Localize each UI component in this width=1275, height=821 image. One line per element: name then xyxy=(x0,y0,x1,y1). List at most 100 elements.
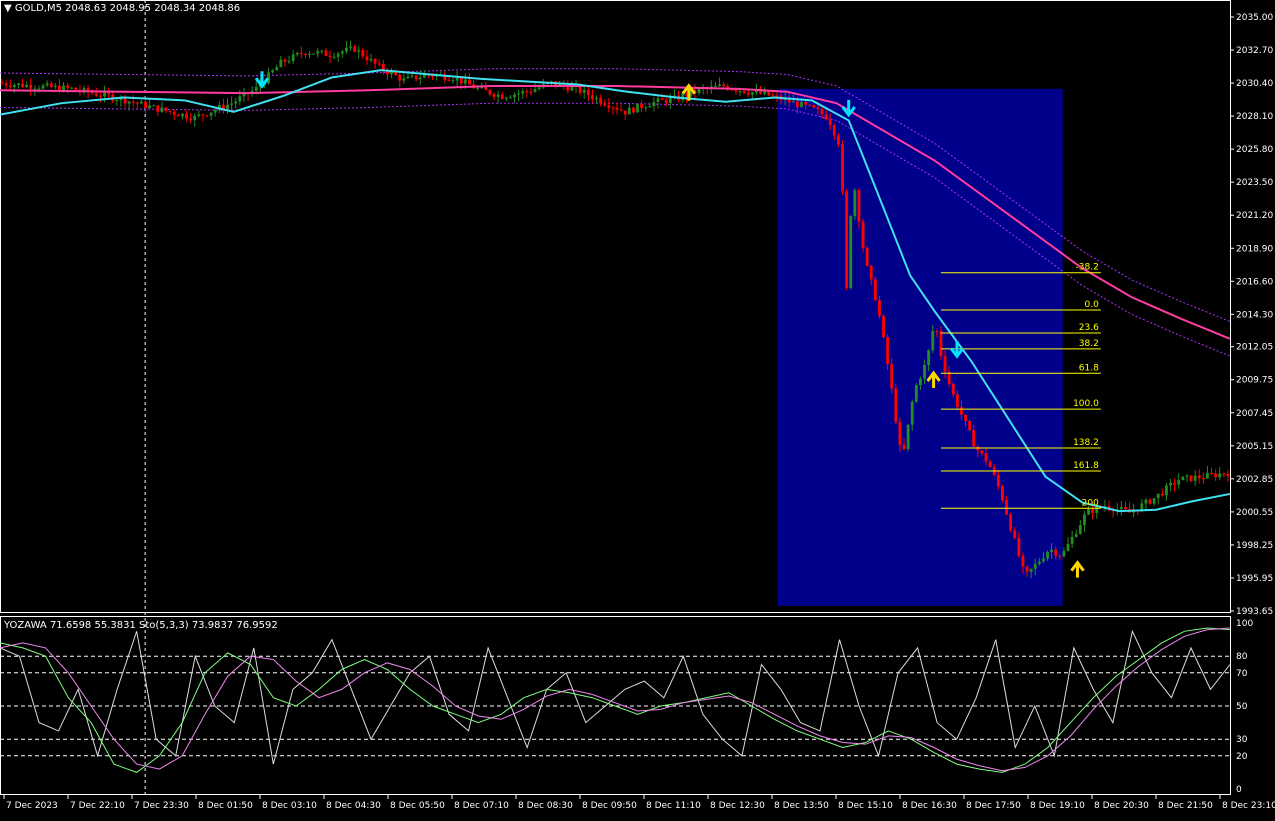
candle-body xyxy=(767,91,771,96)
time-tick-label: 8 Dec 04:30 xyxy=(326,801,381,811)
candle-body xyxy=(336,53,340,57)
time-tick-label: 8 Dec 19:10 xyxy=(1030,801,1085,811)
candle-body xyxy=(312,53,316,55)
candle-body xyxy=(361,50,365,57)
candle-body xyxy=(328,55,332,58)
candle-body xyxy=(738,90,742,92)
candle-body xyxy=(529,91,533,93)
candle-body xyxy=(1046,551,1049,559)
candle-body xyxy=(660,98,664,100)
osc-tick-label: 20 xyxy=(1236,752,1248,762)
candle-body xyxy=(463,79,467,84)
candle-body xyxy=(837,135,840,145)
time-tick-label: 8 Dec 07:10 xyxy=(454,801,509,811)
fib-label: 161.8 xyxy=(1073,461,1099,471)
chart-root: -38.2 0.0 23.6 38.2 61.8 100.0 138.2 161.8 200 2… xyxy=(0,0,1275,817)
candle-body xyxy=(1001,485,1004,501)
osc-tick-label: 30 xyxy=(1236,735,1248,745)
candle-body xyxy=(533,89,537,93)
candle-body xyxy=(340,51,344,54)
candle-body xyxy=(640,103,644,109)
candle-body xyxy=(369,58,373,61)
fib-label: 23.6 xyxy=(1079,323,1099,333)
candle-body xyxy=(29,84,33,89)
price-tick-label: 2030.40 xyxy=(1236,79,1273,89)
osc-tick-label: 80 xyxy=(1236,652,1248,662)
candle-body xyxy=(1037,561,1041,564)
candle-body xyxy=(984,453,988,462)
time-tick-label: 8 Dec 05:50 xyxy=(390,801,445,811)
price-tick-label: 2018.90 xyxy=(1236,244,1273,254)
candle-body xyxy=(902,444,906,450)
candle-body xyxy=(845,191,849,289)
candle-body xyxy=(718,84,721,87)
candle-body xyxy=(156,105,160,112)
candle-body xyxy=(1042,558,1045,562)
candle-body xyxy=(873,279,877,301)
candle-body xyxy=(636,103,639,113)
time-tick-label: 8 Dec 12:30 xyxy=(710,801,765,811)
candle-body xyxy=(308,53,311,55)
candle-body xyxy=(652,102,656,107)
candle-body xyxy=(1169,482,1172,486)
candle-body xyxy=(1091,509,1095,514)
candle-body xyxy=(796,101,799,108)
candle-body xyxy=(648,106,652,108)
time-tick-label: 8 Dec 11:10 xyxy=(646,801,701,811)
candle-body xyxy=(923,365,926,379)
candle-body xyxy=(410,75,414,77)
candle-body xyxy=(914,385,918,402)
time-tick-label: 8 Dec 20:30 xyxy=(1094,801,1149,811)
fib-label: 100.0 xyxy=(1073,399,1099,409)
candle-body xyxy=(894,388,898,423)
candle-body xyxy=(332,56,336,58)
price-tick-label: 2000.55 xyxy=(1236,508,1273,518)
candle-body xyxy=(841,144,844,192)
candle-body xyxy=(90,92,94,94)
time-tick-label: 8 Dec 09:50 xyxy=(582,801,637,811)
candle-body xyxy=(980,450,984,454)
candle-body xyxy=(1177,480,1181,485)
candle-body xyxy=(935,330,939,332)
candle-body xyxy=(632,107,635,113)
symbol-label: GOLD,M5 xyxy=(14,3,62,14)
candle-body xyxy=(1206,472,1209,479)
price-tick-label: 1995.95 xyxy=(1236,574,1273,584)
fib-label: 200 xyxy=(1082,498,1099,508)
candle-body xyxy=(1181,476,1185,481)
candle-body xyxy=(1074,533,1078,537)
candle-body xyxy=(1156,493,1160,499)
candle-body xyxy=(1119,507,1123,510)
collapse-triangle-icon[interactable]: ▼ xyxy=(4,3,12,14)
candle-body xyxy=(226,104,229,110)
time-tick-label: 8 Dec 13:50 xyxy=(774,801,829,811)
candle-body xyxy=(988,461,992,468)
price-tick-label: 2007.45 xyxy=(1236,409,1273,419)
candle-body xyxy=(791,101,795,103)
candle-body xyxy=(283,59,287,62)
candle-body xyxy=(964,414,967,421)
candle-body xyxy=(537,87,541,90)
candle-body xyxy=(878,300,881,316)
candle-body xyxy=(750,92,754,95)
candle-body xyxy=(509,97,512,99)
candle-body xyxy=(70,87,74,89)
candle-body xyxy=(939,330,943,357)
candle-body xyxy=(74,87,78,91)
candle-body xyxy=(287,61,291,63)
highlight-box xyxy=(777,88,1063,606)
candle-body xyxy=(623,110,627,115)
candle-body xyxy=(144,101,147,109)
candle-body xyxy=(714,86,717,88)
candle-body xyxy=(595,97,598,99)
candle-body xyxy=(599,97,603,104)
candle-body xyxy=(1070,536,1074,544)
candle-body xyxy=(927,350,931,366)
candle-body xyxy=(611,107,615,109)
candle-body xyxy=(816,107,820,110)
candle-body xyxy=(824,114,828,120)
candle-body xyxy=(21,83,24,87)
candle-body xyxy=(668,97,672,103)
candle-body xyxy=(1197,475,1201,479)
osc-tick-label: 50 xyxy=(1236,702,1248,712)
